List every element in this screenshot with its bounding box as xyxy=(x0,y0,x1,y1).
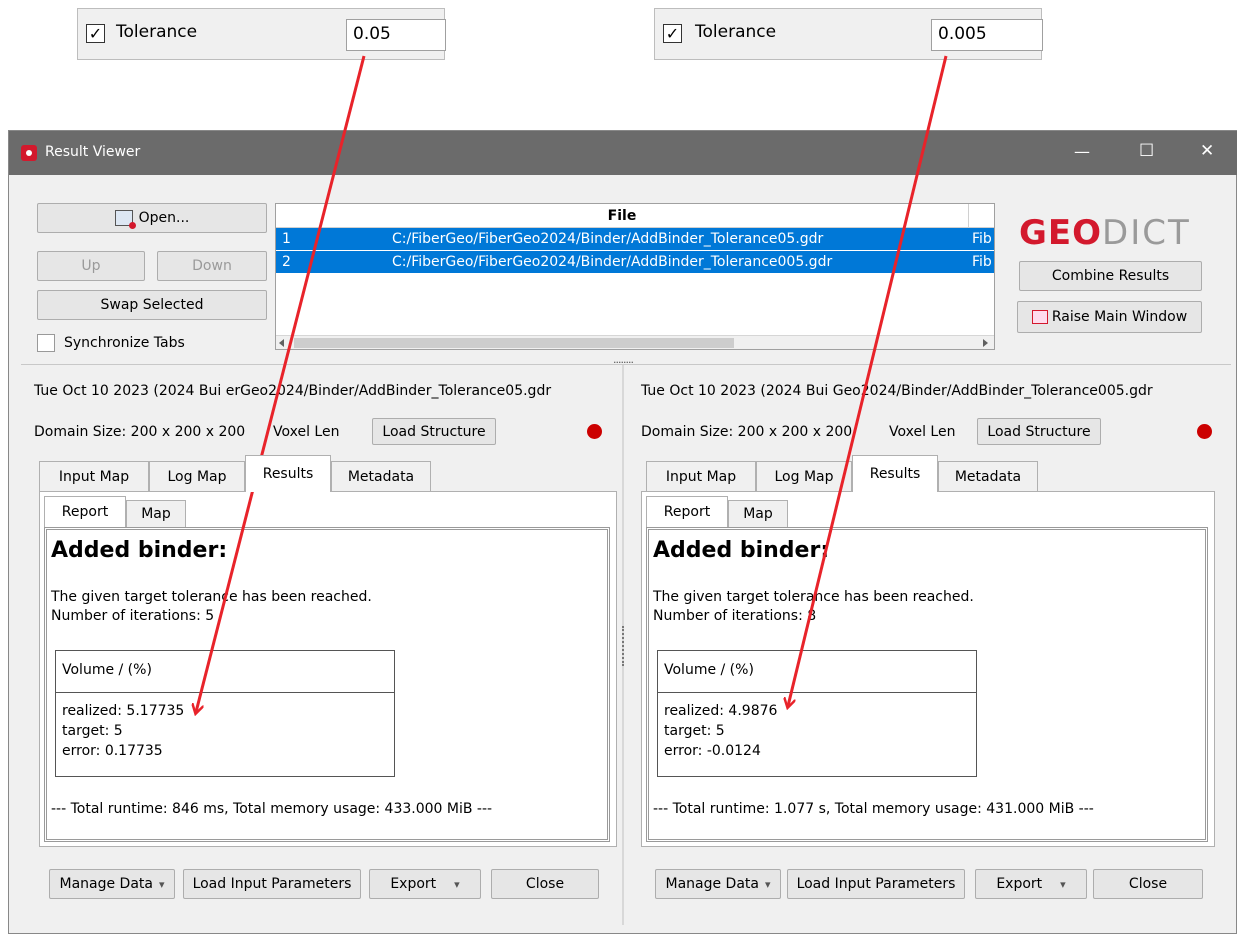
subtab-report[interactable]: Report xyxy=(646,496,728,527)
annotation-arrow-right xyxy=(788,55,948,706)
annotation-arrows xyxy=(0,55,948,934)
annotation-arrow-left xyxy=(196,55,366,712)
tab-results[interactable]: Results xyxy=(245,455,331,492)
tab-results[interactable]: Results xyxy=(852,455,938,492)
subtab-report[interactable]: Report xyxy=(44,496,126,527)
